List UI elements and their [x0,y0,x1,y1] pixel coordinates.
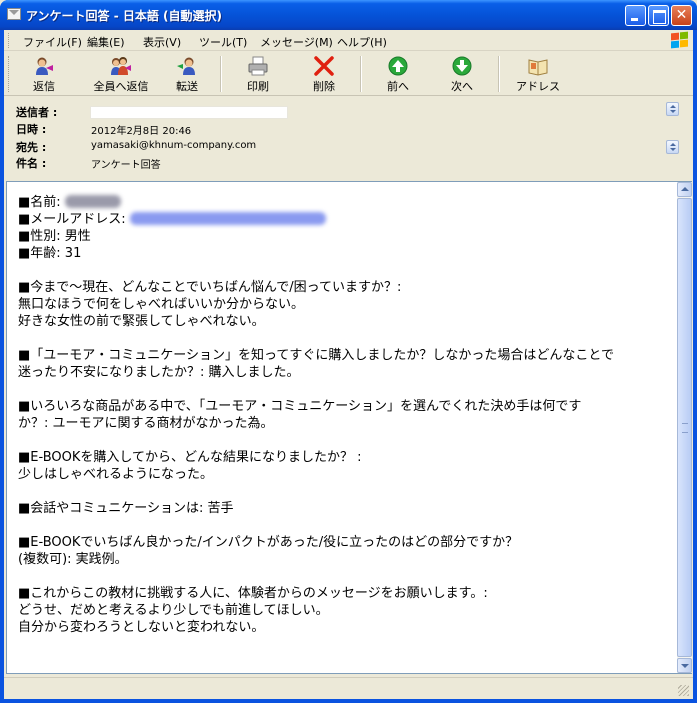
print-button[interactable]: 印刷 [238,54,278,94]
question-5: ■会話やコミュニケーションは: 苦手 [18,501,234,516]
reply-all-button[interactable]: 全員へ返信 [88,54,154,94]
date-label: 日時 : [16,123,47,136]
age-line: ■年齢: 31 [18,246,82,261]
scroll-up-button[interactable] [677,182,692,197]
delete-icon [314,56,334,76]
message-body[interactable]: ■名前: ■メールアドレス: ■性別: 男性 ■年齢: 31 ■今まで～現在、ど… [6,181,692,674]
header-to-spinner[interactable] [666,140,679,154]
envelope-icon [7,8,21,20]
menu-grip[interactable] [8,33,11,48]
answer-1-line-1: 無口なほうで何をしゃべればいいか分からない。 [18,297,305,312]
menu-bar: ファイル(F) 編集(E) 表示(V) ツール(T) メッセージ(M) ヘルプ(… [4,30,693,51]
from-value[interactable] [90,106,288,119]
window-client: ファイル(F) 編集(E) 表示(V) ツール(T) メッセージ(M) ヘルプ(… [4,30,693,699]
reply-button[interactable]: 返信 [24,54,64,94]
windows-logo-icon [668,31,690,50]
answer-1-line-2: 好きな女性の前で緊張してしゃべれない。 [18,314,265,329]
close-icon: ✕ [675,7,688,23]
menu-edit[interactable]: 編集(E) [87,34,125,50]
toolbar-separator [360,56,362,92]
status-bar [4,677,693,699]
answer-6: (複数可): 実践例。 [18,552,128,567]
close-button[interactable]: ✕ [671,5,692,26]
menu-view[interactable]: 表示(V) [143,34,181,50]
window-title: アンケート回答 - 日本語 (自動選択) [26,9,223,23]
minimize-button[interactable] [625,5,646,26]
delete-button[interactable]: 削除 [304,54,344,94]
email-line: ■メールアドレス: [18,211,670,228]
menu-tools[interactable]: ツール(T) [199,34,247,50]
print-label: 印刷 [247,80,269,93]
email-label: ■メールアドレス: [18,212,126,227]
name-line: ■名前: [18,194,670,211]
to-value[interactable]: yamasaki@khnum-company.com [91,140,256,151]
mail-window: アンケート回答 - 日本語 (自動選択) ✕ ファイル(F) 編集(E) 表示(… [0,0,697,703]
subject-value: アンケート回答 [91,160,161,171]
answer-4: 少しはしゃべれるようになった。 [18,467,214,482]
redacted-name [64,195,121,208]
reply-label: 返信 [33,80,55,93]
scroll-down-button[interactable] [677,658,692,673]
gender-line: ■性別: 男性 [18,229,91,244]
printer-icon [248,56,268,76]
addresses-button[interactable]: アドレス [512,54,564,94]
subject-label: 件名 : [16,157,47,170]
redacted-email [129,212,326,225]
message-text: ■名前: ■メールアドレス: ■性別: 男性 ■年齢: 31 ■今まで～現在、ど… [18,194,670,636]
reply-all-label: 全員へ返信 [93,80,149,93]
forward-button[interactable]: 転送 [167,54,207,94]
question-3-line-2: か？: ユーモアに関する商材がなかった為。 [18,416,274,431]
answer-7-line-1: どうせ、だめと考えるより少しでも前進してほしい。 [18,603,329,618]
menu-message[interactable]: メッセージ(M) [260,34,333,50]
question-1: ■今まで～現在、どんなことでいちばん悩んで/困っていますか？: [18,280,402,295]
resize-grip[interactable] [678,685,689,696]
header-from-spinner[interactable] [666,102,679,116]
arrow-down-icon [452,56,472,76]
menu-file[interactable]: ファイル(F) [23,34,82,50]
to-label: 宛先 : [16,141,47,154]
question-7: ■これからこの教材に挑戦する人に、体験者からのメッセージをお願いします。: [18,586,488,601]
arrow-up-icon [388,56,408,76]
toolbar-separator [498,56,500,92]
question-4: ■E-BOOKを購入してから、どんな結果になりましたか？ : [18,450,362,465]
addresses-label: アドレス [516,80,560,93]
toolbar-grip[interactable] [8,56,11,92]
menu-help[interactable]: ヘルプ(H) [337,34,387,50]
maximize-button[interactable] [648,5,669,26]
question-2-line-2: 迷ったり不安になりましたか？: 購入しました。 [18,365,300,380]
title-bar[interactable]: アンケート回答 - 日本語 (自動選択) ✕ [0,0,697,30]
question-6: ■E-BOOKでいちばん良かった/インパクトがあった/役に立ったのはどの部分です… [18,535,519,550]
toolbar-separator [220,56,222,92]
address-book-icon [528,59,548,76]
question-3-line-1: ■いろいろな商品がある中で、「ユーモア・コミュニケーション」を選んでくれた決め手… [18,399,582,414]
forward-icon [177,57,195,75]
message-header: 送信者 : 日時 : 2012年2月8日 20:46 宛先 : yamasaki… [4,97,693,179]
forward-label: 転送 [176,80,198,93]
previous-label: 前へ [387,80,409,93]
question-2-line-1: ■「ユーモア・コミュニケーション」を知ってすぐに購入しましたか？しなかった場合は… [18,348,614,363]
answer-7-line-2: 自分から変わろうとしないと変われない。 [18,620,265,635]
scroll-thumb[interactable] [677,198,692,657]
name-label: ■名前: [18,195,61,210]
previous-button[interactable]: 前へ [378,54,418,94]
date-value: 2012年2月8日 20:46 [91,126,192,137]
reply-all-icon [111,57,131,75]
next-label: 次へ [451,80,473,93]
vertical-scrollbar[interactable] [677,182,692,673]
toolbar: 返信 全員へ返信 転送 印刷 削除 前へ 次へ アドレス [4,52,693,96]
from-label: 送信者 : [16,106,58,119]
next-button[interactable]: 次へ [442,54,482,94]
reply-icon [36,57,53,75]
delete-label: 削除 [313,80,335,93]
